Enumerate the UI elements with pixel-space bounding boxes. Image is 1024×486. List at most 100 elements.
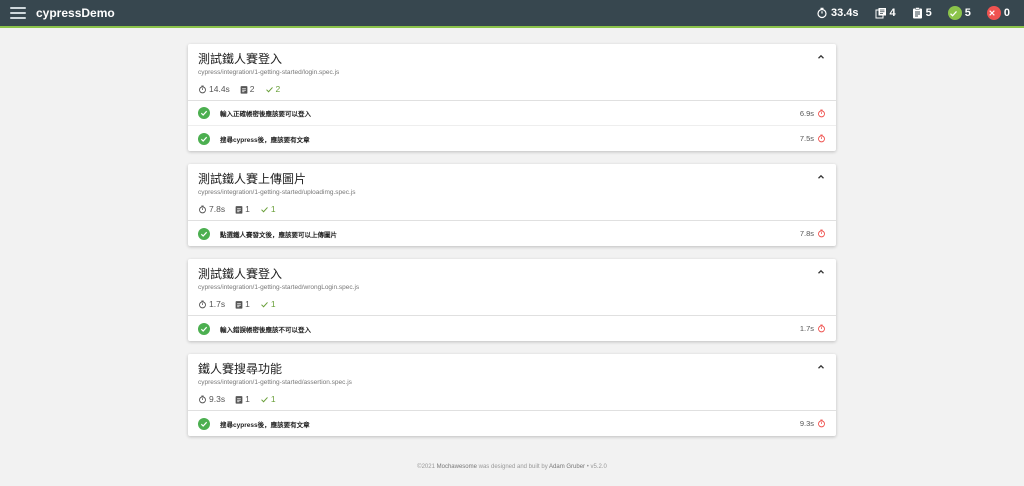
suite-card: 測試鐵人賽登入 cypress/integration/1-getting-st…	[188, 259, 836, 341]
check-icon	[265, 86, 273, 92]
check-circle-icon	[198, 227, 210, 240]
suite-duration: 1.7s	[198, 299, 225, 309]
stopwatch-icon	[199, 395, 206, 403]
timer-icon	[818, 229, 825, 238]
suite-passed: 1	[260, 299, 276, 309]
suite-stats: 7.8s 1 1	[198, 204, 826, 214]
suite-duration-value: 9.3s	[209, 394, 226, 404]
suite-passed-value: 1	[270, 299, 276, 309]
suite-passed-value: 1	[270, 394, 276, 404]
test-duration: 1.7s	[800, 324, 826, 333]
suite-header: 測試鐵人賽登入 cypress/integration/1-getting-st…	[188, 44, 836, 101]
test-duration-value: 7.8s	[799, 229, 814, 238]
stopwatch-icon	[817, 7, 827, 19]
suite-tests: 1	[235, 204, 250, 214]
timer-icon	[818, 419, 825, 428]
suite-tests: 2	[240, 84, 255, 94]
suite-passed: 1	[260, 204, 276, 214]
suite-header: 測試鐵人賽上傳圖片 cypress/integration/1-getting-…	[188, 164, 836, 221]
stopwatch-icon	[199, 300, 206, 308]
test-duration-value: 1.7s	[799, 324, 814, 333]
suite-header: 測試鐵人賽登入 cypress/integration/1-getting-st…	[188, 259, 836, 316]
suite-tests: 1	[235, 299, 250, 309]
suite-tests-value: 2	[249, 84, 255, 94]
timer-icon	[818, 324, 825, 333]
suite-file-path: cypress/integration/1-getting-started/wr…	[198, 284, 360, 291]
suite-card: 測試鐵人賽登入 cypress/integration/1-getting-st…	[188, 44, 836, 151]
nav-stats: 33.4s 4 5 5 0	[800, 6, 1010, 20]
test-duration-value: 7.5s	[799, 134, 814, 143]
footer-copyright: ©2021	[417, 464, 435, 470]
suite-title: 鐵人賽搜尋功能	[198, 362, 283, 376]
library-books-icon	[875, 8, 886, 19]
test-duration: 9.3s	[800, 419, 826, 428]
timer-icon	[818, 109, 825, 117]
suite-duration: 9.3s	[198, 394, 225, 404]
assignment-icon	[240, 85, 248, 94]
assignment-icon	[235, 395, 243, 404]
test-row[interactable]: 輸入錯誤帳密後應該不可以登入 1.7s	[188, 316, 836, 341]
menu-icon[interactable]	[10, 7, 26, 19]
suite-stats: 1.7s 1 1	[198, 299, 826, 309]
suite-stats: 9.3s 1 1	[198, 394, 826, 404]
chevron-up-icon[interactable]	[816, 362, 826, 372]
check-circle-icon	[198, 107, 210, 119]
total-tests[interactable]: 5	[912, 7, 932, 19]
suite-card: 測試鐵人賽上傳圖片 cypress/integration/1-getting-…	[188, 164, 836, 246]
total-passed[interactable]: 5	[947, 6, 971, 20]
cancel-circle-icon	[986, 6, 1001, 20]
check-icon	[260, 206, 268, 212]
check-circle-icon	[198, 417, 210, 430]
assignment-icon	[235, 205, 243, 214]
suite-tests: 1	[235, 394, 250, 404]
total-failed[interactable]: 0	[986, 6, 1010, 20]
suite-file-path: cypress/integration/1-getting-started/lo…	[198, 69, 340, 76]
test-row[interactable]: 搜尋cypress後，應該要有文章 9.3s	[188, 411, 836, 436]
total-duration[interactable]: 33.4s	[816, 7, 859, 19]
suite-duration-value: 7.8s	[209, 204, 226, 214]
test-row[interactable]: 點選鐵人賽發文後，應該要可以上傳圖片 7.8s	[188, 221, 836, 246]
suite-title: 測試鐵人賽登入	[198, 52, 283, 66]
suite-tests-value: 1	[245, 204, 250, 214]
suite-title: 測試鐵人賽登入	[198, 267, 283, 281]
test-title: 輸入錯誤帳密後應該不可以登入	[220, 326, 311, 334]
test-title: 輸入正確帳密後應該要可以登入	[220, 111, 311, 118]
check-icon	[260, 396, 268, 402]
suite-card: 鐵人賽搜尋功能 cypress/integration/1-getting-st…	[188, 354, 836, 436]
test-duration: 6.9s	[800, 109, 826, 118]
footer-brand-link[interactable]: Mochawesome	[437, 464, 477, 470]
footer-author-link[interactable]: Adam Gruber	[549, 464, 585, 470]
suite-passed-value: 2	[275, 84, 281, 94]
suite-duration-value: 14.4s	[209, 84, 230, 94]
check-circle-icon	[947, 6, 962, 20]
chevron-up-icon[interactable]	[816, 267, 826, 277]
suite-passed: 1	[260, 394, 276, 404]
suite-file-path: cypress/integration/1-getting-started/as…	[198, 379, 352, 386]
total-tests-value: 5	[925, 7, 932, 19]
test-title: 搜尋cypress後，應該要有文章	[220, 421, 310, 429]
suite-stats: 14.4s 2 2	[198, 84, 826, 94]
report-title: cypressDemo	[36, 6, 115, 20]
test-row[interactable]: 搜尋cypress後，應該要有文章 7.5s	[188, 126, 836, 151]
stopwatch-icon	[199, 205, 206, 213]
check-circle-icon	[198, 322, 210, 335]
test-title: 搜尋cypress後，應該要有文章	[220, 136, 310, 144]
stopwatch-icon	[199, 85, 206, 93]
total-suites[interactable]: 4	[875, 7, 896, 19]
suite-title: 測試鐵人賽上傳圖片	[198, 172, 307, 186]
test-duration-value: 9.3s	[799, 419, 814, 428]
chevron-up-icon[interactable]	[816, 52, 826, 62]
suite-passed-value: 1	[270, 204, 276, 214]
suite-tests-value: 1	[245, 299, 250, 309]
chevron-up-icon[interactable]	[816, 172, 826, 182]
timer-icon	[818, 134, 825, 143]
suite-duration: 7.8s	[198, 204, 225, 214]
test-duration: 7.8s	[800, 229, 826, 238]
total-suites-value: 4	[889, 7, 896, 19]
top-navbar: cypressDemo 33.4s 4 5 5 0	[0, 0, 1024, 28]
suite-duration: 14.4s	[198, 84, 230, 94]
assignment-icon	[912, 7, 922, 19]
total-passed-value: 5	[964, 7, 971, 19]
footer: ©2021 Mochawesome was designed and built…	[0, 464, 1024, 470]
test-row[interactable]: 輸入正確帳密後應該要可以登入 6.9s	[188, 101, 836, 126]
